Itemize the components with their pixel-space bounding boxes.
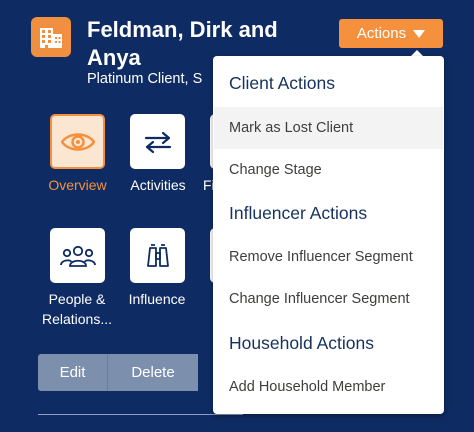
menu-section-household-actions: Household Actions <box>229 333 374 353</box>
menu-section-influencer-actions: Influencer Actions <box>229 203 368 223</box>
record-subtitle: Platinum Client, S <box>87 71 203 87</box>
influence-tile[interactable] <box>130 228 185 283</box>
record-building-icon <box>31 17 71 57</box>
overview-label[interactable]: Overview <box>40 175 115 195</box>
delete-button[interactable]: Delete <box>108 354 198 391</box>
overview-tile[interactable] <box>50 114 105 169</box>
menu-item-remove-influencer-segment[interactable]: Remove Influencer Segment <box>214 236 443 278</box>
influence-label[interactable]: Influence <box>118 289 196 309</box>
menu-item-change-influencer-segment[interactable]: Change Influencer Segment <box>214 278 443 320</box>
activities-tile[interactable] <box>130 114 185 169</box>
eye-icon <box>60 132 95 151</box>
actions-button-label: Actions <box>356 25 407 42</box>
people-relations-tile[interactable] <box>50 228 105 283</box>
people-relations-label[interactable]: People & Relations... <box>34 289 120 329</box>
activities-label[interactable]: Activities <box>120 175 196 195</box>
swap-arrows-icon <box>144 131 171 153</box>
binoculars-icon <box>146 243 169 267</box>
actions-dropdown-menu: Client Actions Mark as Lost Client Chang… <box>213 56 444 414</box>
menu-item-add-household-member[interactable]: Add Household Member <box>214 366 443 408</box>
divider <box>38 414 243 415</box>
people-relations-label-line1: People & <box>48 291 106 307</box>
people-relations-label-line2: Relations... <box>41 311 113 327</box>
actions-button[interactable]: Actions <box>339 19 443 48</box>
record-button-group: Edit Delete <box>38 354 198 391</box>
menu-section-client-actions: Client Actions <box>229 73 336 93</box>
edit-button[interactable]: Edit <box>38 354 108 391</box>
menu-item-mark-as-lost-client[interactable]: Mark as Lost Client <box>214 107 443 149</box>
people-icon <box>59 245 96 267</box>
chevron-down-icon <box>413 29 426 38</box>
menu-item-change-stage[interactable]: Change Stage <box>214 149 443 191</box>
building-icon <box>40 28 62 48</box>
